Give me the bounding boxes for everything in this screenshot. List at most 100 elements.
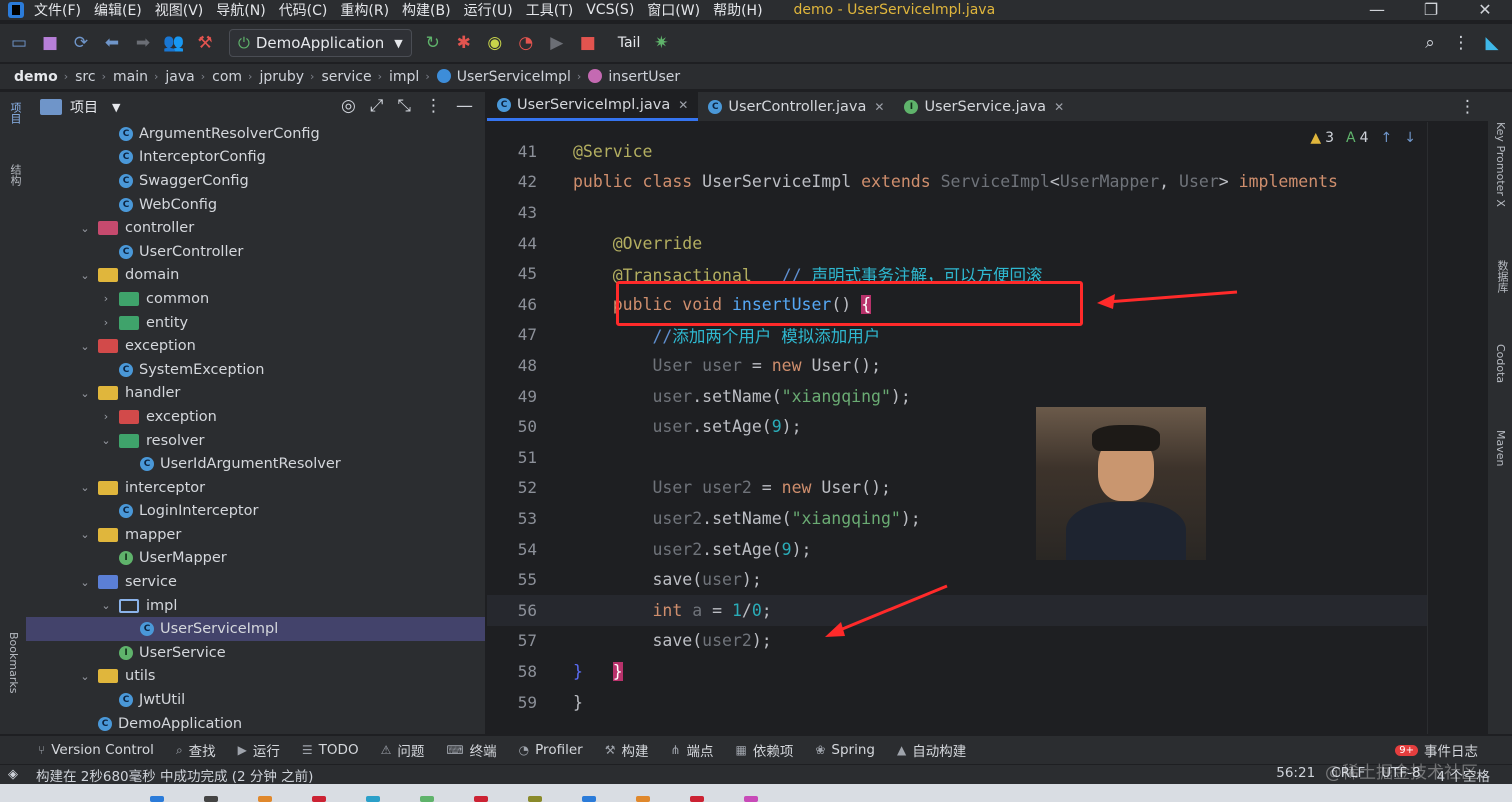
tree-item[interactable]: C UserServiceImpl xyxy=(26,617,485,642)
tree-item[interactable]: I UserService xyxy=(26,641,485,665)
taskbar-app-icon[interactable] xyxy=(150,796,164,802)
tree-item[interactable]: C DemoApplication xyxy=(26,712,485,734)
stop-icon[interactable]: ■ xyxy=(577,32,599,54)
plugin-icon[interactable]: ✷ xyxy=(650,32,672,54)
tree-item[interactable]: ⌄ handler xyxy=(26,382,485,406)
code-line[interactable]: 41 @Service xyxy=(487,136,1427,167)
code-line[interactable]: 44 @Override xyxy=(487,228,1427,259)
rerun-icon[interactable]: ↻ xyxy=(422,32,444,54)
code-line[interactable]: 54 user2.setAge(9); xyxy=(487,534,1427,565)
code-line[interactable]: 57 save(user2); xyxy=(487,626,1427,657)
menu-file[interactable]: 文件(F) xyxy=(34,0,81,20)
tail-button[interactable]: Tail xyxy=(618,35,641,51)
tool-window-button[interactable]: ▦ 依赖项 xyxy=(736,740,794,760)
taskbar-app-icon[interactable] xyxy=(204,796,218,802)
tree-item[interactable]: C SystemException xyxy=(26,358,485,382)
chevron-down-icon[interactable]: ⌄ xyxy=(99,599,113,612)
tool-window-button[interactable]: ⌕ 查找 xyxy=(176,740,216,761)
build-hammer-icon[interactable]: ⚒ xyxy=(194,32,216,54)
chevron-down-icon[interactable]: ⌄ xyxy=(78,269,92,282)
chevron-down-icon[interactable]: ▼ xyxy=(112,101,120,114)
chevron-right-icon[interactable]: › xyxy=(99,316,113,329)
tool-window-button[interactable]: ◔ Profiler xyxy=(519,742,583,758)
tree-item[interactable]: ⌄ exception xyxy=(26,334,485,358)
tree-item[interactable]: C InterceptorConfig xyxy=(26,146,485,170)
tree-item[interactable]: ⌄ controller xyxy=(26,216,485,240)
tree-item[interactable]: C WebConfig xyxy=(26,193,485,217)
event-log-button[interactable]: 9+ 事件日志 xyxy=(1395,740,1478,760)
tree-item[interactable]: C ArgumentResolverConfig xyxy=(26,122,485,146)
maven-tool-button[interactable]: Maven xyxy=(1494,430,1507,466)
breadcrumb-item[interactable]: main xyxy=(113,69,148,85)
breadcrumb-item[interactable]: service xyxy=(321,69,371,85)
key-promoter-tool-button[interactable]: Key Promoter X xyxy=(1494,122,1507,207)
chevron-right-icon[interactable]: › xyxy=(99,292,113,305)
menu-build[interactable]: 构建(B) xyxy=(402,0,451,20)
codota-tool-button[interactable]: Codota xyxy=(1494,344,1507,383)
tool-window-button[interactable]: ⋔ 端点 xyxy=(670,740,713,760)
jetbrains-ai-icon[interactable]: ◣ xyxy=(1481,32,1503,54)
code-line[interactable]: 56 int a = 1/0; xyxy=(487,595,1427,626)
tool-window-button[interactable]: ⌨ 终端 xyxy=(446,740,496,760)
tree-item[interactable]: ⌄ impl xyxy=(26,594,485,618)
tool-window-button[interactable]: ⚠ 问题 xyxy=(381,740,425,760)
tree-item[interactable]: › common xyxy=(26,287,485,311)
close-tab-icon[interactable]: ✕ xyxy=(1054,100,1064,114)
tool-window-button[interactable]: ⚒ 构建 xyxy=(605,740,649,760)
code-area[interactable]: 59} 58} } 57 save(user2); 56 int a = 1/0; 55… xyxy=(487,122,1427,734)
search-icon[interactable]: ⌕ xyxy=(1419,32,1441,54)
tabs-more-icon[interactable]: ⋮ xyxy=(1459,92,1488,121)
tree-item[interactable]: C SwaggerConfig xyxy=(26,169,485,193)
tree-item[interactable]: C UserIdArgumentResolver xyxy=(26,452,485,476)
forward-icon[interactable]: ➡ xyxy=(132,32,154,54)
options-icon[interactable]: ⋮ xyxy=(425,96,442,116)
users-icon[interactable]: 👥 xyxy=(163,32,185,54)
editor-tab[interactable]: C UserController.java ✕ xyxy=(698,92,894,121)
tool-window-button[interactable]: ☰ TODO xyxy=(302,742,359,758)
breadcrumb-item[interactable]: com xyxy=(212,69,242,85)
breadcrumb-item[interactable]: jpruby xyxy=(259,69,304,85)
caret-position[interactable]: 56:21 xyxy=(1276,765,1315,785)
menu-tools[interactable]: 工具(T) xyxy=(526,0,573,20)
tree-item[interactable]: ⌄ service xyxy=(26,570,485,594)
tree-item[interactable]: ⌄ domain xyxy=(26,264,485,288)
taskbar-app-icon[interactable] xyxy=(528,796,542,802)
tree-item[interactable]: ⌄ mapper xyxy=(26,523,485,547)
open-folder-icon[interactable]: ▭ xyxy=(8,32,30,54)
chevron-down-icon[interactable]: ⌄ xyxy=(78,481,92,494)
structure-tool-button[interactable]: 结构 xyxy=(7,164,23,186)
chevron-down-icon[interactable]: ⌄ xyxy=(78,528,92,541)
minimize-icon[interactable]: — xyxy=(1350,0,1404,19)
code-line[interactable]: 50 user.setAge(9); xyxy=(487,411,1427,442)
menu-run[interactable]: 运行(U) xyxy=(464,0,513,20)
restore-icon[interactable]: ❐ xyxy=(1404,0,1458,19)
breadcrumb-item[interactable]: impl xyxy=(389,69,419,85)
tree-item[interactable]: C JwtUtil xyxy=(26,688,485,712)
editor-tab[interactable]: I UserService.java ✕ xyxy=(894,92,1074,121)
code-line[interactable]: 51 xyxy=(487,442,1427,473)
code-line[interactable]: 58} } xyxy=(487,656,1427,687)
code-line[interactable]: 52 User user2 = new User(); xyxy=(487,473,1427,504)
run-configuration-select[interactable]: ⏻ DemoApplication ▼ xyxy=(229,29,412,57)
taskbar-app-icon[interactable] xyxy=(258,796,272,802)
breadcrumb-method[interactable]: insertUser xyxy=(588,68,680,85)
tool-window-button[interactable]: ❀ Spring xyxy=(815,742,875,758)
taskbar-app-icon[interactable] xyxy=(582,796,596,802)
close-window-icon[interactable]: ✕ xyxy=(1458,0,1512,19)
tree-item[interactable]: I UserMapper xyxy=(26,547,485,571)
chevron-down-icon[interactable]: ⌄ xyxy=(78,340,92,353)
code-line[interactable]: 53 user2.setName("xiangqing"); xyxy=(487,503,1427,534)
minimap[interactable] xyxy=(1427,122,1487,734)
menu-vcs[interactable]: VCS(S) xyxy=(586,2,634,18)
code-line[interactable]: 42 public class UserServiceImpl extends S… xyxy=(487,167,1427,198)
tool-window-button[interactable]: ▶ 运行 xyxy=(238,740,280,760)
chevron-down-icon[interactable]: ⌄ xyxy=(78,387,92,400)
taskbar-app-icon[interactable] xyxy=(744,796,758,802)
locate-target-icon[interactable]: ◎ xyxy=(341,96,356,116)
taskbar-app-icon[interactable] xyxy=(420,796,434,802)
chevron-down-icon[interactable]: ⌄ xyxy=(78,576,92,589)
coverage-icon[interactable]: ◉ xyxy=(484,32,506,54)
menu-edit[interactable]: 编辑(E) xyxy=(94,0,142,20)
menu-code[interactable]: 代码(C) xyxy=(279,0,328,20)
breadcrumb-item[interactable]: src xyxy=(75,69,95,85)
